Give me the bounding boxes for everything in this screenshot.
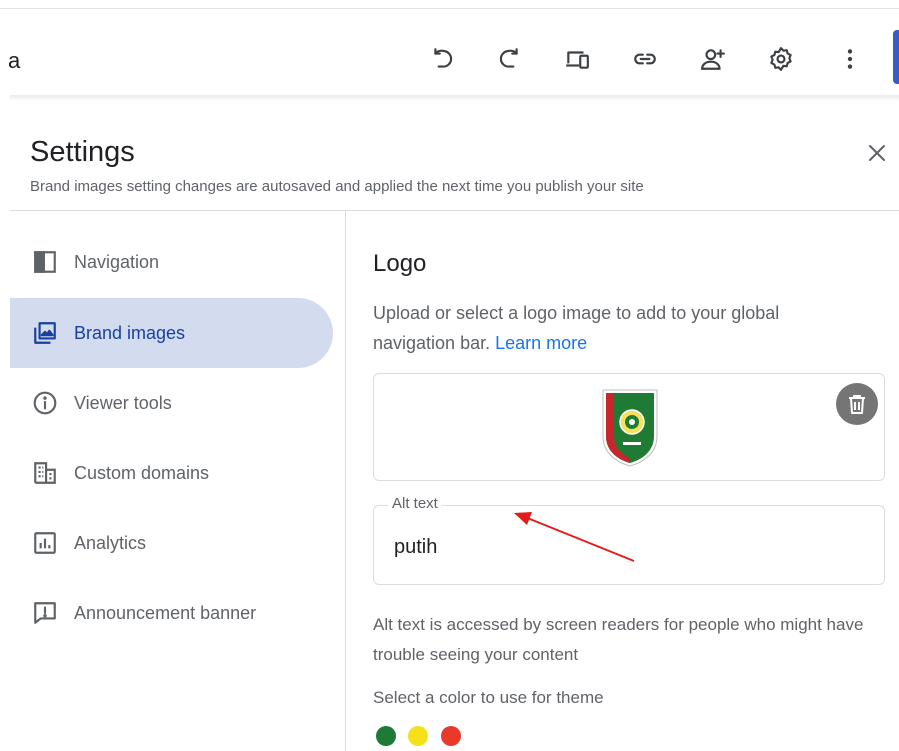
more-icon[interactable] <box>835 44 865 74</box>
brand-images-icon <box>30 318 60 348</box>
sidebar-item-announcement-banner[interactable]: Announcement banner <box>10 578 333 648</box>
site-editor-settings: a Settings Brand images setting changes … <box>0 0 899 751</box>
redo-icon[interactable] <box>494 44 524 74</box>
sidebar-item-label: Analytics <box>74 532 147 553</box>
toolbar-shadow <box>10 95 899 101</box>
navigation-icon <box>30 247 60 277</box>
announcement-icon <box>30 598 60 628</box>
sidebar-item-navigation[interactable]: Navigation <box>10 227 333 297</box>
sidebar-item-label: Viewer tools <box>74 392 172 413</box>
theme-color-label: Select a color to use for theme <box>373 688 604 707</box>
sidebar-item-label: Brand images <box>74 322 186 343</box>
logo-preview-box[interactable] <box>373 373 885 481</box>
link-icon[interactable] <box>630 44 660 74</box>
logo-image <box>602 389 658 467</box>
sidebar-item-label: Custom domains <box>74 462 210 483</box>
share-icon[interactable] <box>698 44 728 74</box>
learn-more-link[interactable]: Learn more <box>495 333 587 353</box>
sidebar-item-custom-domains[interactable]: Custom domains <box>10 438 333 508</box>
site-name[interactable]: a <box>8 48 20 74</box>
trash-icon <box>849 395 865 414</box>
top-divider <box>0 8 899 9</box>
settings-title: Settings <box>30 136 135 168</box>
publish-button-edge[interactable] <box>893 30 899 84</box>
alt-text-label: Alt text <box>388 495 442 512</box>
settings-subtitle: Brand images setting changes are autosav… <box>30 178 644 195</box>
theme-color-red[interactable] <box>441 726 461 746</box>
header-divider <box>10 210 899 211</box>
info-icon <box>30 388 60 418</box>
preview-icon[interactable] <box>562 44 592 74</box>
close-icon[interactable] <box>862 138 892 168</box>
alt-text-help: Alt text is accessed by screen readers f… <box>373 615 864 664</box>
theme-color-yellow[interactable] <box>408 726 428 746</box>
theme-color-green[interactable] <box>376 726 396 746</box>
logo-section-title: Logo <box>373 250 427 277</box>
settings-icon[interactable] <box>766 44 796 74</box>
annotation-arrow <box>514 512 635 562</box>
undo-icon[interactable] <box>428 44 458 74</box>
logo-description: Upload or select a logo image to add to … <box>373 298 833 358</box>
sidebar-item-label: Announcement banner <box>74 602 257 623</box>
alt-text-input[interactable]: putih <box>394 536 437 559</box>
sidebar-item-analytics[interactable]: Analytics <box>10 508 333 578</box>
sidebar-item-viewer-tools[interactable]: Viewer tools <box>10 368 333 438</box>
delete-logo-button[interactable] <box>836 383 878 425</box>
sidebar-item-brand-images[interactable]: Brand images <box>10 298 333 368</box>
sidebar-divider <box>345 211 346 751</box>
domain-icon <box>30 458 60 488</box>
sidebar-item-label: Navigation <box>74 251 160 272</box>
analytics-icon <box>30 528 60 558</box>
